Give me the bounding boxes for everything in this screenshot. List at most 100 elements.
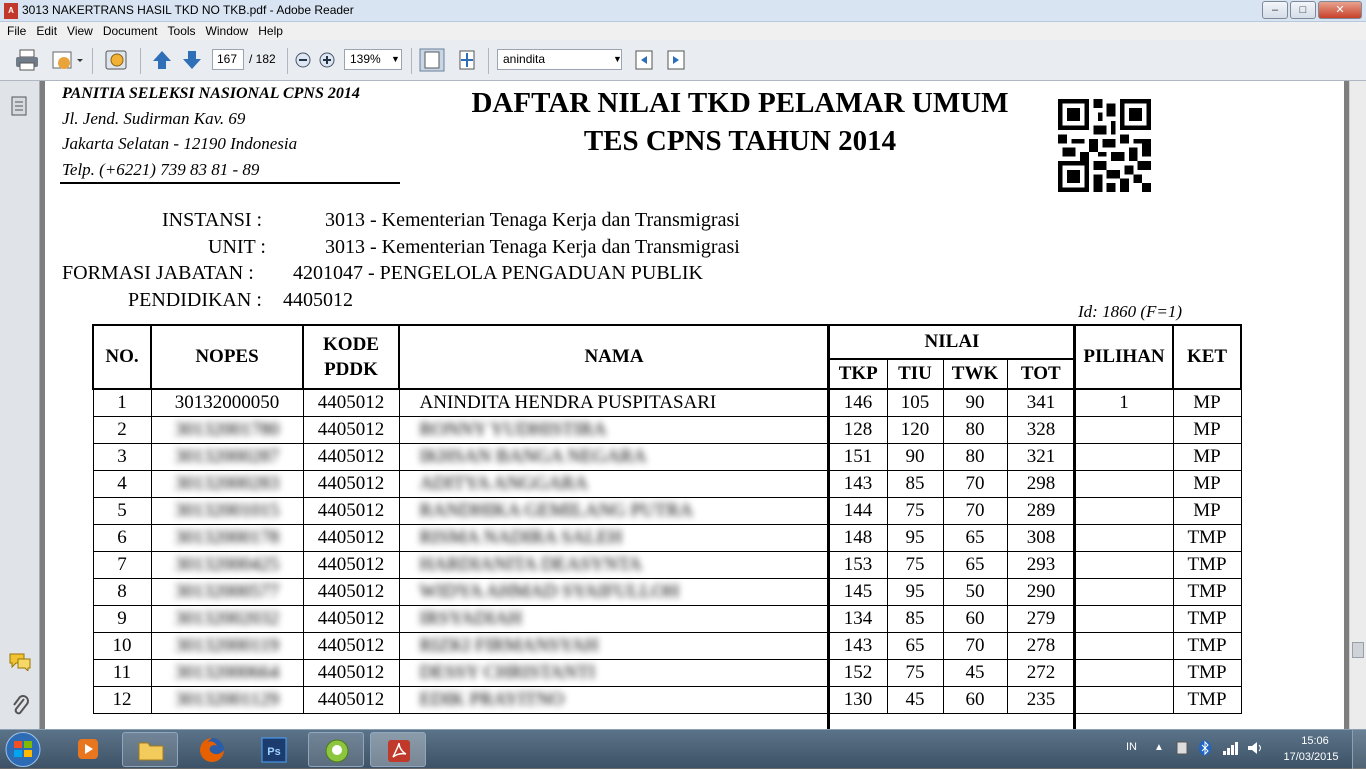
chevron-down-icon[interactable]: ▼ <box>613 54 622 64</box>
print-icon[interactable] <box>14 48 40 72</box>
email-attach-icon[interactable] <box>50 48 84 72</box>
org-address-line2: Jakarta Selatan - 12190 Indonesia <box>62 134 298 153</box>
tiu-value: 65 <box>905 634 925 656</box>
cell-ket: TMP <box>1172 658 1242 687</box>
kode-value: 4405012 <box>317 580 385 602</box>
zoom-in-icon[interactable] <box>317 48 337 72</box>
tot-value: 308 <box>1026 526 1056 548</box>
cell-twk: 80 <box>942 442 1008 471</box>
tot-value: 235 <box>1026 688 1056 710</box>
menu-edit[interactable]: Edit <box>31 22 62 38</box>
tot-value: 321 <box>1026 445 1056 467</box>
language-indicator[interactable]: IN <box>1126 741 1137 753</box>
cell-tiu: 85 <box>886 469 944 498</box>
title-bar: A 3013 NAKERTRANS HASIL TKD NO TKB.pdf -… <box>0 0 1366 22</box>
col-header-tkp: TKP <box>828 358 888 390</box>
col-header-ket: KET <box>1172 324 1242 390</box>
collaborate-icon[interactable] <box>102 48 132 72</box>
find-next-icon[interactable] <box>664 48 688 72</box>
cell-kode: 4405012 <box>302 550 400 579</box>
fit-page-icon[interactable] <box>455 48 479 72</box>
cell-tkp: 134 <box>828 604 888 633</box>
twk-value: 80 <box>965 418 985 440</box>
taskbar-chat[interactable] <box>308 732 364 767</box>
table-row: 4 30132000283 4405012 ADITYA ANGGARA 143 85 70… <box>92 469 1242 498</box>
cell-nama: RANDHIKA GEMILANG PUTRA <box>398 496 830 525</box>
signal-strength-icon[interactable] <box>1222 740 1240 756</box>
tot-value: 328 <box>1026 418 1056 440</box>
network-device-icon[interactable] <box>1174 740 1190 756</box>
no-value: 5 <box>117 499 127 521</box>
taskbar-media-player[interactable] <box>60 732 116 767</box>
menu-document[interactable]: Document <box>98 22 163 38</box>
tiu-value: 75 <box>905 661 925 683</box>
comments-icon[interactable] <box>8 651 32 671</box>
tkp-value: 151 <box>843 445 873 467</box>
cell-no: 11 <box>92 658 152 687</box>
cell-kode: 4405012 <box>302 604 400 633</box>
nama-value: HARDIANITA DEASYNTA <box>419 553 642 575</box>
volume-icon[interactable] <box>1246 740 1264 756</box>
menu-tools[interactable]: Tools <box>163 22 201 38</box>
nopes-value: 30132002032 <box>174 607 280 629</box>
taskbar-firefox[interactable] <box>184 732 240 767</box>
cell-tiu: 85 <box>886 604 944 633</box>
search-input[interactable]: anindita <box>497 49 622 70</box>
document-id: Id: 1860 (F=1) <box>1078 302 1183 321</box>
org-name: PANITIA SELEKSI NASIONAL CPNS 2014 <box>62 85 360 102</box>
minimize-button[interactable]: – <box>1262 1 1288 19</box>
col-header-nama: NAMA <box>398 324 830 390</box>
cell-nama: IKHSAN BANGA NEGARA <box>398 442 830 471</box>
taskbar-photoshop[interactable]: Ps <box>246 732 302 767</box>
find-previous-icon[interactable] <box>632 48 656 72</box>
fit-width-icon[interactable] <box>419 48 445 72</box>
menu-view[interactable]: View <box>62 22 98 38</box>
cell-pilihan <box>1074 442 1174 471</box>
vertical-scrollbar[interactable] <box>1349 81 1366 729</box>
page-number-input[interactable]: 167 <box>212 49 244 70</box>
bluetooth-icon[interactable] <box>1198 740 1212 756</box>
menu-file[interactable]: File <box>2 22 31 38</box>
ket-value: TMP <box>1187 661 1227 683</box>
clock-time[interactable]: 15:06 <box>1290 735 1340 747</box>
show-hidden-icons-icon[interactable]: ▲ <box>1154 742 1164 753</box>
windows-taskbar: Ps IN ▲ 15:06 17/03/2015 <box>0 729 1366 769</box>
menu-help[interactable]: Help <box>253 22 288 38</box>
show-desktop-button[interactable] <box>1352 730 1366 769</box>
previous-page-icon[interactable] <box>150 48 174 72</box>
page-total: / 182 <box>249 52 276 66</box>
cell-kode: 4405012 <box>302 577 400 606</box>
pages-panel-icon[interactable] <box>10 95 28 117</box>
nama-value: RONNY YUDHISTIRA <box>419 418 607 440</box>
taskbar-explorer[interactable] <box>122 732 178 767</box>
nama-value: RIZKI FIRMANSYAH <box>419 634 599 656</box>
tkp-value: 134 <box>843 607 873 629</box>
zoom-out-icon[interactable] <box>293 48 313 72</box>
tkp-value: 145 <box>843 580 873 602</box>
tkp-value: 152 <box>843 661 873 683</box>
taskbar-adobe-reader[interactable] <box>370 732 426 767</box>
qr-code-icon <box>1058 99 1151 192</box>
next-page-icon[interactable] <box>180 48 204 72</box>
cell-tkp: 144 <box>828 496 888 525</box>
twk-value: 50 <box>965 580 985 602</box>
tot-value: 298 <box>1026 472 1056 494</box>
column-divider <box>827 324 830 729</box>
document-area[interactable]: PANITIA SELEKSI NASIONAL CPNS 2014 Jl. J… <box>40 81 1349 729</box>
scrollbar-thumb[interactable] <box>1352 642 1364 658</box>
table-row: 2 30132001780 4405012 RONNY YUDHISTIRA 128 12… <box>92 415 1242 444</box>
start-button-icon[interactable] <box>4 731 42 768</box>
kode-value: 4405012 <box>317 391 385 413</box>
chevron-down-icon[interactable]: ▼ <box>391 54 400 64</box>
maximize-button[interactable]: □ <box>1290 1 1316 19</box>
no-value: 7 <box>117 553 127 575</box>
clock-date[interactable]: 17/03/2015 <box>1278 751 1344 763</box>
ket-value: TMP <box>1187 634 1227 656</box>
cell-tot: 328 <box>1006 415 1076 444</box>
cell-no: 3 <box>92 442 152 471</box>
menu-window[interactable]: Window <box>201 22 254 38</box>
cell-tot: 290 <box>1006 577 1076 606</box>
attachments-icon[interactable] <box>10 693 30 717</box>
chat-app-icon <box>325 739 349 763</box>
close-button[interactable]: ✕ <box>1318 1 1362 19</box>
